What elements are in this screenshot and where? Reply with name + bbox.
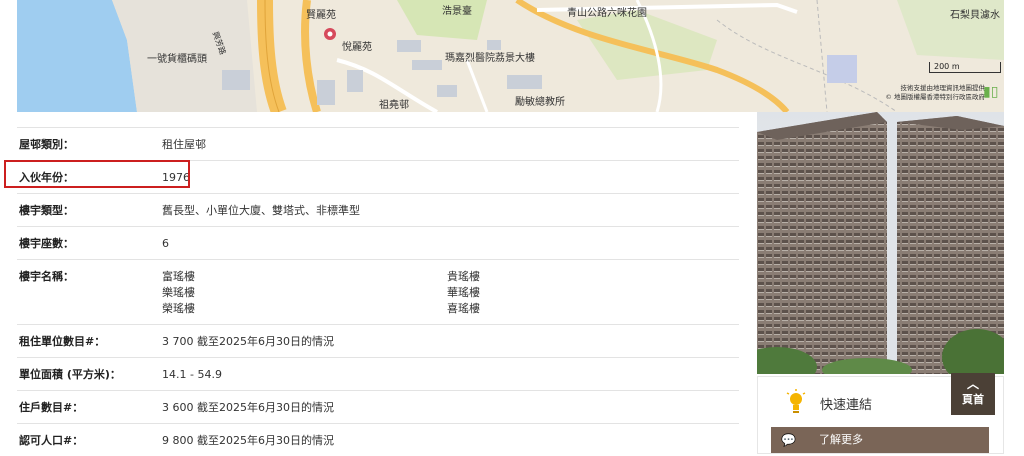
chevron-up-icon: ︿ bbox=[966, 377, 979, 391]
label-unit-area: 單位面積 (平方米)： bbox=[19, 368, 121, 381]
map-label-pier: 一號貨櫃碼頭 bbox=[147, 54, 207, 65]
block-name: 貴瑤樓 bbox=[447, 270, 480, 283]
map-label-yuet-lai: 悅麗苑 bbox=[342, 42, 372, 53]
info-row-estate-type: 屋邨類別： 租住屋邨 bbox=[17, 127, 739, 160]
label-block-type: 樓宇類型： bbox=[19, 204, 74, 217]
map-label-fuk-lai: 賢麗苑 bbox=[306, 10, 336, 21]
info-row-population: 認可人口#： 9 800 截至2025年6月30日的情況 bbox=[17, 423, 739, 456]
estate-photo bbox=[757, 112, 1004, 374]
estate-photo-graphics bbox=[757, 112, 1004, 374]
value-intake-year: 1976 bbox=[162, 171, 190, 184]
label-households: 住戶數目#： bbox=[19, 401, 84, 414]
block-name: 華瑤樓 bbox=[447, 286, 480, 299]
value-rental-units: 3 700 截至2025年6月30日的情況 bbox=[162, 335, 334, 348]
label-block-names: 樓宇名稱： bbox=[19, 270, 74, 283]
value-block-names: 富瑤樓 貴瑤樓 樂瑤樓 華瑤樓 榮瑤樓 喜瑤樓 bbox=[162, 269, 739, 317]
label-rental-units: 租住單位數目#： bbox=[19, 335, 106, 348]
map-credit: 技術支援由地理資訊地圖提供 © 地圖版權屬香港特別行政區政府 bbox=[855, 84, 985, 102]
info-row-block-type: 樓宇類型： 舊長型、小單位大廈、雙塔式、非標準型 bbox=[17, 193, 739, 226]
back-to-top-button[interactable]: ︿ 頁首 bbox=[951, 373, 995, 415]
value-unit-area: 14.1 - 54.9 bbox=[162, 368, 222, 381]
map-label-castle-peak-road: 青山公路六咪花園 bbox=[567, 8, 647, 19]
map-scale: 200 m bbox=[929, 62, 1001, 73]
info-row-unit-area: 單位面積 (平方米)： 14.1 - 54.9 bbox=[17, 357, 739, 390]
info-row-block-count: 樓宇座數： 6 bbox=[17, 226, 739, 259]
highlight-box-intake-year bbox=[4, 160, 190, 188]
map-label-ho-king: 浩景臺 bbox=[442, 6, 472, 17]
block-name: 富瑤樓 bbox=[162, 270, 195, 283]
value-block-count: 6 bbox=[162, 237, 169, 250]
quick-links-title: 快速連結 bbox=[820, 398, 873, 413]
label-block-count: 樓宇座數： bbox=[19, 237, 74, 250]
map-credit-line1: 技術支援由地理資訊地圖提供 bbox=[900, 84, 986, 92]
map-label-hospital: 瑪嘉烈醫院荔景大樓 bbox=[445, 53, 535, 64]
map-label-tsui-yiu: 祖堯邨 bbox=[379, 100, 409, 111]
map-credit-line2: © 地圖版權屬香港特別行政區政府 bbox=[885, 93, 985, 101]
value-estate-type: 租住屋邨 bbox=[162, 138, 206, 151]
map-label-school: 勵敏總教所 bbox=[515, 97, 565, 108]
label-estate-type: 屋邨類別： bbox=[19, 138, 74, 151]
info-row-households: 住戶數目#： 3 600 截至2025年6月30日的情況 bbox=[17, 390, 739, 423]
value-block-type: 舊長型、小單位大廈、雙塔式、非標準型 bbox=[162, 204, 360, 217]
value-population: 9 800 截至2025年6月30日的情況 bbox=[162, 434, 334, 447]
learn-more-button[interactable]: 💬 了解更多 bbox=[771, 427, 989, 453]
chat-bubble-icon: 💬 bbox=[781, 433, 796, 447]
learn-more-label: 了解更多 bbox=[819, 433, 863, 446]
value-households: 3 600 截至2025年6月30日的情況 bbox=[162, 401, 334, 414]
block-name: 喜瑤樓 bbox=[447, 302, 480, 315]
back-to-top-label: 頁首 bbox=[962, 393, 984, 406]
map-label-tseuk-lei: 石梨貝濾水 bbox=[950, 10, 1000, 21]
map-provider-logo-icon: ▮▯ bbox=[983, 84, 999, 100]
info-row-rental-units: 租住單位數目#： 3 700 截至2025年6月30日的情況 bbox=[17, 324, 739, 357]
label-population: 認可人口#： bbox=[19, 434, 84, 447]
info-row-block-names: 樓宇名稱： 富瑤樓 貴瑤樓 樂瑤樓 華瑤樓 榮瑤樓 喜瑤樓 bbox=[17, 259, 739, 324]
block-name: 樂瑤樓 bbox=[162, 286, 195, 299]
lightbulb-icon bbox=[786, 389, 806, 413]
location-map[interactable]: 賢麗苑 悅麗苑 浩景臺 青山公路六咪花園 石梨貝濾水 一號貨櫃碼頭 興芳路 瑪嘉… bbox=[17, 0, 1004, 112]
block-name: 榮瑤樓 bbox=[162, 302, 195, 315]
